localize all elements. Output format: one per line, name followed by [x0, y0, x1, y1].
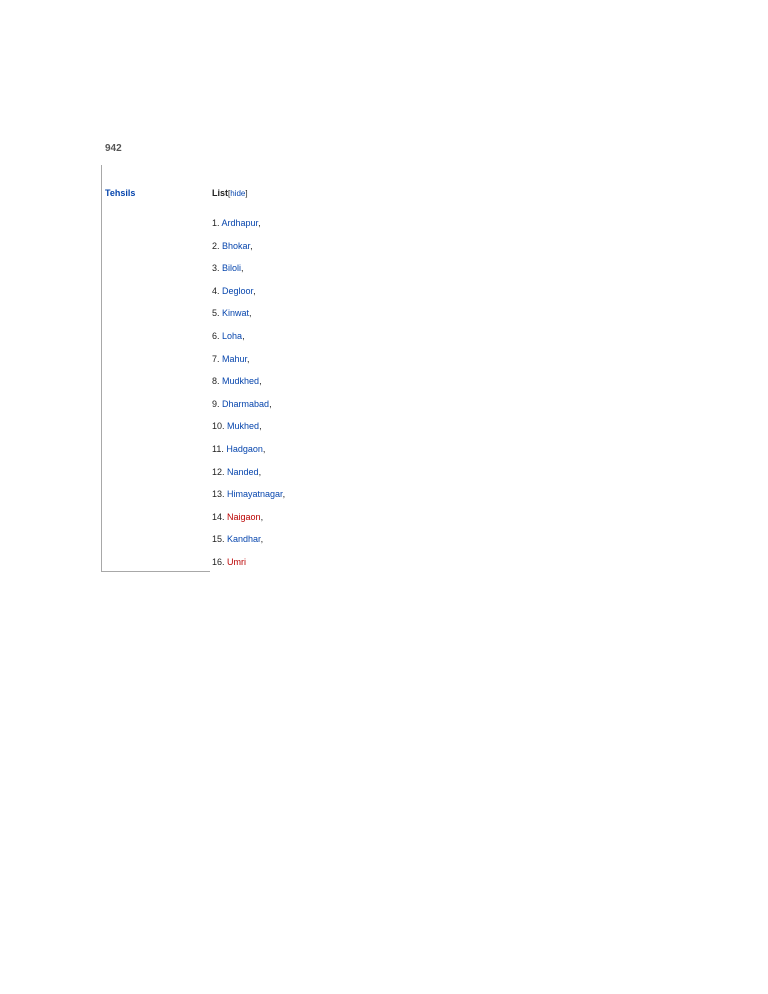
- item-separator: ,: [259, 376, 262, 387]
- item-separator: ,: [260, 511, 264, 522]
- tehsil-link-missing[interactable]: Naigaon: [227, 512, 261, 522]
- tehsil-link[interactable]: Bhokar: [222, 241, 250, 251]
- tehsil-link[interactable]: Kinwat: [222, 308, 249, 318]
- hide-link[interactable]: hide: [230, 189, 245, 198]
- item-separator: ,: [250, 240, 253, 251]
- item-separator: ,: [262, 443, 266, 454]
- tehsil-link[interactable]: Hadgaon: [226, 444, 263, 454]
- item-separator: ,: [258, 218, 261, 228]
- item-number: 6.: [212, 330, 220, 341]
- list-item: 1. Ardhapur,: [212, 218, 285, 241]
- list-item: 5. Kinwat,: [212, 308, 285, 331]
- item-separator: ,: [241, 263, 244, 274]
- list-item: 11. Hadgaon,: [212, 444, 285, 467]
- list-item: 13. Himayatnagar,: [212, 489, 285, 512]
- item-number: 1.: [212, 218, 220, 228]
- tehsil-link[interactable]: Degloor: [222, 286, 253, 296]
- tehsil-link[interactable]: Himayatnagar: [227, 489, 283, 499]
- list-item: 15. Kandhar,: [212, 534, 285, 557]
- list-item: 9. Dharmabad,: [212, 399, 285, 422]
- item-number: 15.: [212, 534, 225, 545]
- item-number: 4.: [212, 285, 220, 296]
- item-number: 11.: [212, 443, 224, 454]
- tehsils-label[interactable]: Tehsils: [105, 188, 135, 198]
- item-number: 2.: [212, 240, 220, 251]
- tehsil-link-missing[interactable]: Umri: [227, 557, 246, 567]
- list-heading: List[hide]: [212, 188, 248, 198]
- item-number: 5.: [212, 308, 220, 319]
- list-item: 16. Umri: [212, 557, 285, 580]
- tehsil-link[interactable]: Dharmabad: [222, 399, 269, 409]
- item-separator: ,: [259, 421, 262, 432]
- item-separator: ,: [260, 534, 264, 545]
- item-number: 3.: [212, 263, 220, 274]
- tehsil-link[interactable]: Biloli: [222, 263, 241, 273]
- item-number: 7.: [212, 353, 220, 364]
- item-number: 12.: [212, 466, 225, 477]
- item-number: 10.: [212, 421, 225, 432]
- list-item: 3. Biloli,: [212, 263, 285, 286]
- item-separator: ,: [269, 398, 272, 409]
- tehsil-link[interactable]: Mahur: [222, 354, 247, 364]
- list-item: 12. Nanded,: [212, 467, 285, 490]
- item-separator: ,: [282, 489, 286, 500]
- item-number: 13.: [212, 489, 225, 500]
- item-separator: ,: [249, 308, 252, 319]
- tehsil-link[interactable]: Mukhed: [227, 421, 259, 431]
- item-separator: ,: [242, 330, 245, 341]
- item-number: 14.: [212, 511, 225, 522]
- tehsil-link[interactable]: Nanded: [227, 467, 259, 477]
- tehsil-list: 1. Ardhapur, 2. Bhokar, 3. Biloli, 4. De…: [212, 218, 285, 580]
- hide-toggle[interactable]: [hide]: [228, 189, 248, 198]
- item-separator: ,: [258, 466, 262, 477]
- item-separator: ,: [253, 285, 256, 296]
- list-item: 14. Naigaon,: [212, 512, 285, 535]
- infobox-frame: [101, 165, 210, 572]
- tehsil-link[interactable]: Kandhar: [227, 534, 261, 544]
- list-item: 2. Bhokar,: [212, 241, 285, 264]
- item-separator: ,: [247, 353, 250, 364]
- list-item: 6. Loha,: [212, 331, 285, 354]
- tehsil-link[interactable]: Mudkhed: [222, 376, 259, 386]
- item-number: 8.: [212, 376, 220, 387]
- page-number: 942: [105, 143, 122, 154]
- list-item: 8. Mudkhed,: [212, 376, 285, 399]
- tehsil-link[interactable]: Ardhapur: [222, 218, 259, 228]
- hide-bracket-close: ]: [245, 189, 248, 198]
- item-number: 16.: [212, 556, 225, 567]
- list-heading-title: List: [212, 188, 229, 198]
- list-item: 7. Mahur,: [212, 354, 285, 377]
- list-item: 4. Degloor,: [212, 286, 285, 309]
- list-item: 10. Mukhed,: [212, 421, 285, 444]
- tehsil-link[interactable]: Loha: [222, 331, 242, 341]
- item-number: 9.: [212, 398, 220, 409]
